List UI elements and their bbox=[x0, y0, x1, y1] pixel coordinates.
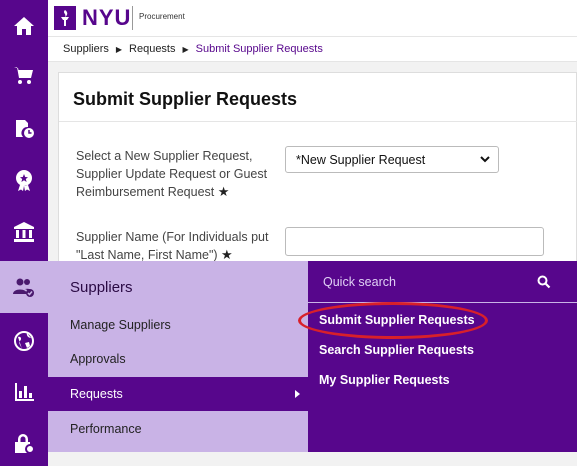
chevron-right-icon bbox=[295, 390, 300, 398]
award-badge-icon bbox=[16, 170, 32, 191]
app-name: Procurement bbox=[139, 12, 185, 21]
select-value: *New Supplier Request bbox=[296, 152, 426, 167]
label-line: Supplier Name (For Individuals put bbox=[76, 230, 269, 244]
flyout-heading: Suppliers bbox=[70, 279, 133, 296]
menu-item-requests[interactable]: Requests bbox=[48, 377, 308, 411]
nyu-torch-logo[interactable] bbox=[54, 6, 76, 30]
bar-chart-icon bbox=[15, 383, 34, 401]
request-type-select[interactable]: *New Supplier Request bbox=[285, 146, 499, 173]
request-type-label: Select a New Supplier Request, Supplier … bbox=[76, 147, 286, 201]
rail-admin[interactable] bbox=[0, 418, 48, 466]
highlight-annotation-ellipse bbox=[298, 302, 488, 339]
top-header: NYU Procurement bbox=[48, 0, 577, 36]
breadcrumb-separator-icon: ▶ bbox=[115, 44, 123, 54]
breadcrumb-separator-icon: ▶ bbox=[182, 44, 189, 54]
supplier-name-label: Supplier Name (For Individuals put "Last… bbox=[76, 228, 291, 264]
menu-item-performance[interactable]: Performance bbox=[48, 412, 308, 446]
menu-item-approvals[interactable]: Approvals bbox=[48, 342, 308, 376]
rail-reports[interactable] bbox=[0, 366, 48, 418]
label-line: Select a New Supplier Request, bbox=[76, 149, 253, 163]
label-text: "Last Name, First Name") bbox=[76, 248, 218, 262]
rail-global[interactable] bbox=[0, 315, 48, 367]
quick-search-placeholder: Quick search bbox=[323, 274, 396, 289]
left-nav-rail bbox=[0, 0, 48, 466]
home-icon bbox=[14, 17, 34, 35]
document-clock-icon bbox=[16, 120, 34, 138]
logo-divider bbox=[132, 6, 133, 30]
cart-icon bbox=[14, 67, 33, 84]
breadcrumb-current: Submit Supplier Requests bbox=[195, 43, 323, 55]
label-text: Reimbursement Request bbox=[76, 185, 215, 199]
breadcrumb-suppliers[interactable]: Suppliers bbox=[63, 43, 109, 55]
submenu-my-supplier-requests[interactable]: My Supplier Requests bbox=[319, 373, 450, 387]
required-star-icon: ★ bbox=[221, 247, 233, 262]
menu-item-label: Requests bbox=[70, 387, 123, 401]
required-star-icon: ★ bbox=[217, 184, 230, 199]
breadcrumb-requests[interactable]: Requests bbox=[129, 43, 175, 55]
requests-submenu: Quick search Submit Supplier Requests Se… bbox=[308, 261, 577, 452]
search-icon[interactable] bbox=[537, 275, 551, 289]
rail-home[interactable] bbox=[0, 0, 48, 52]
rail-finance[interactable] bbox=[0, 206, 48, 258]
rail-awards[interactable] bbox=[0, 154, 48, 206]
submenu-search-supplier-requests[interactable]: Search Supplier Requests bbox=[319, 343, 474, 357]
page-title: Submit Supplier Requests bbox=[73, 89, 298, 109]
lock-gear-icon bbox=[15, 434, 35, 454]
users-check-icon bbox=[13, 278, 34, 297]
torch-icon bbox=[61, 10, 69, 26]
rail-shop[interactable] bbox=[0, 50, 48, 102]
menu-item-manage-suppliers[interactable]: Manage Suppliers bbox=[48, 308, 308, 342]
title-divider bbox=[59, 121, 577, 122]
suppliers-flyout-menu: Suppliers Manage Suppliers Approvals Req… bbox=[48, 261, 308, 452]
label-line: Supplier Update Request or Guest bbox=[76, 167, 268, 181]
bank-icon bbox=[14, 222, 34, 242]
rail-suppliers[interactable] bbox=[0, 261, 48, 313]
supplier-name-input[interactable] bbox=[285, 227, 544, 256]
chevron-down-icon bbox=[480, 156, 490, 163]
rail-documents[interactable] bbox=[0, 102, 48, 154]
globe-icon bbox=[14, 331, 34, 351]
logo-text: NYU bbox=[82, 5, 132, 30]
label-line: Reimbursement Request ★ bbox=[76, 183, 286, 201]
breadcrumb: Suppliers ▶ Requests ▶ Submit Supplier R… bbox=[48, 36, 577, 62]
